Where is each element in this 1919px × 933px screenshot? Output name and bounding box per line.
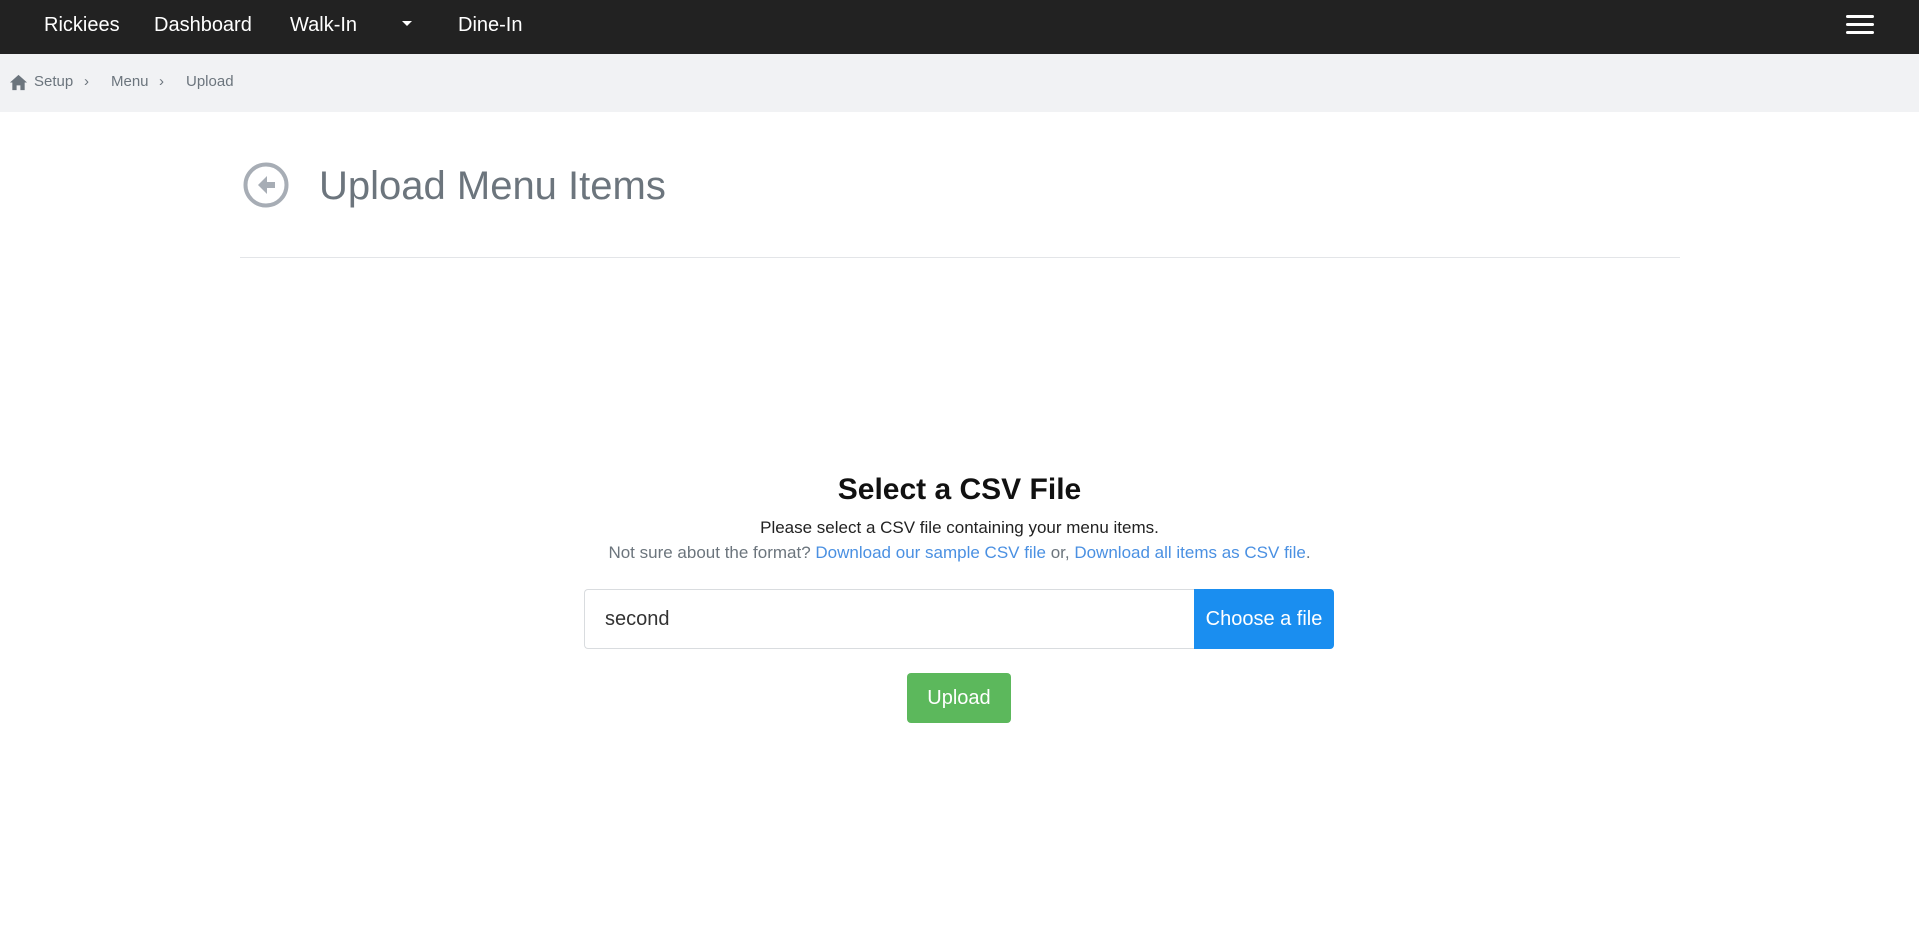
- breadcrumb-separator: ›: [84, 73, 89, 90]
- nav-item-walk-in[interactable]: Walk-In: [290, 0, 357, 54]
- breadcrumb-item-upload: Upload: [186, 73, 234, 90]
- page-title: Upload Menu Items: [319, 164, 666, 208]
- upload-button[interactable]: Upload: [907, 673, 1011, 723]
- upload-section-title: Select a CSV File: [837, 473, 1082, 506]
- format-hint-middle: or,: [1045, 543, 1075, 562]
- arrow-left-circle-icon[interactable]: [242, 161, 290, 209]
- home-icon[interactable]: [9, 73, 28, 92]
- file-input-group: second Choose a file: [584, 589, 1334, 649]
- header-divider: [240, 257, 1680, 258]
- nav-item-dashboard[interactable]: Dashboard: [154, 0, 252, 54]
- brand-link[interactable]: Rickiees: [44, 0, 120, 54]
- format-hint-suffix: .: [1305, 543, 1311, 562]
- breadcrumb-item-setup[interactable]: Setup: [34, 73, 73, 91]
- breadcrumb-separator: ›: [159, 73, 164, 90]
- download-sample-csv-link[interactable]: Download our sample CSV file: [815, 543, 1046, 562]
- upload-description: Please select a CSV file containing your…: [760, 518, 1159, 537]
- hamburger-menu-icon[interactable]: [1846, 15, 1874, 35]
- top-navbar: Rickiees Dashboard Walk-In Dine-In: [0, 0, 1919, 54]
- breadcrumb: Setup › Menu › Upload: [0, 54, 1919, 112]
- nav-item-dine-in[interactable]: Dine-In: [458, 0, 522, 54]
- format-hint: Not sure about the format? Download our …: [0, 542, 1919, 564]
- caret-down-icon[interactable]: [402, 21, 412, 26]
- breadcrumb-item-menu[interactable]: Menu: [111, 73, 149, 91]
- choose-file-button[interactable]: Choose a file: [1194, 589, 1334, 649]
- file-name-field[interactable]: second: [584, 589, 1194, 649]
- download-all-items-csv-link[interactable]: Download all items as CSV file: [1074, 543, 1305, 562]
- format-hint-prefix: Not sure about the format?: [608, 543, 816, 562]
